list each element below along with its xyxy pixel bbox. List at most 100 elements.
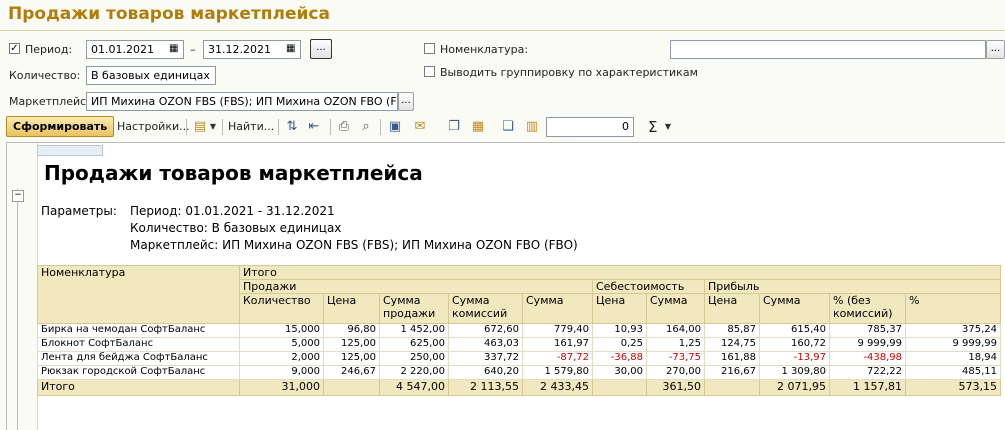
calendar-to-icon[interactable]: ▦	[286, 43, 295, 54]
cell-comm-sum[interactable]: 640,20	[448, 365, 523, 380]
find-button[interactable]: Найти...	[228, 116, 274, 138]
total-name[interactable]: Итого	[37, 379, 240, 396]
cell-sum[interactable]: 1 579,80	[522, 365, 593, 380]
nomenclature-select-button[interactable]: ...	[986, 40, 1005, 59]
group-by-char-checkbox[interactable]	[424, 66, 435, 77]
marketplace-field[interactable]: ИП Михина OZON FBS (FBS); ИП Михина OZON…	[86, 92, 398, 111]
cell-pct[interactable]: 18,94	[905, 351, 1001, 366]
settings-button[interactable]: Настройки...	[117, 116, 190, 138]
header-percent: %	[905, 293, 1001, 324]
cell-price[interactable]: 125,00	[323, 337, 380, 352]
calendar-from-icon[interactable]: ▦	[169, 43, 178, 54]
cell-cost-price[interactable]: -36,88	[592, 351, 647, 366]
cell-sales-sum[interactable]: 250,00	[379, 351, 449, 366]
total-sum[interactable]: 2 433,45	[522, 379, 593, 396]
paste-icon[interactable]: ▦	[470, 119, 486, 135]
sigma-button[interactable]: Σ	[648, 116, 657, 138]
cell-sum[interactable]: 161,97	[522, 337, 593, 352]
cell-comm-sum[interactable]: 463,03	[448, 337, 523, 352]
cell-pct[interactable]: 375,24	[905, 323, 1001, 338]
cell-profit-price[interactable]: 161,88	[704, 351, 760, 366]
cell-pct[interactable]: 9 999,99	[905, 337, 1001, 352]
cell-name[interactable]: Бирка на чемодан СофтБаланс	[37, 323, 240, 338]
cell-qty[interactable]: 15,000	[239, 323, 324, 338]
cell-profit-price[interactable]: 124,75	[704, 337, 760, 352]
cell-comm-sum[interactable]: 337,72	[448, 351, 523, 366]
total-comm-sum[interactable]: 2 113,55	[448, 379, 523, 396]
total-pct[interactable]: 573,15	[905, 379, 1001, 396]
dropdown-icon[interactable]: ▼	[205, 119, 221, 135]
total-row[interactable]: Итого 31,000 4 547,00 2 113,55 2 433,45 …	[37, 379, 1001, 396]
cell-cost-price[interactable]: 30,00	[592, 365, 647, 380]
total-price[interactable]	[323, 379, 380, 396]
table-row[interactable]: Лента для бейджа СофтБаланс 2,000 125,00…	[37, 351, 1001, 366]
save-icon[interactable]: ▣	[387, 119, 403, 135]
table-row[interactable]: Рюкзак городской СофтБаланс 9,000 246,67…	[37, 365, 1001, 380]
cell-name[interactable]: Блокнот СофтБаланс	[37, 337, 240, 352]
total-cost-sum[interactable]: 361,50	[646, 379, 705, 396]
marketplace-select-button[interactable]: ...	[398, 92, 414, 111]
total-profit-price[interactable]	[704, 379, 760, 396]
table-row[interactable]: Бирка на чемодан СофтБаланс 15,000 96,80…	[37, 323, 1001, 338]
cell-pct-nc[interactable]: 785,37	[829, 323, 906, 338]
cell-profit-price[interactable]: 85,87	[704, 323, 760, 338]
report-area[interactable]: − Продажи товаров маркетплейса Параметры…	[6, 142, 1005, 430]
copy-cell-icon[interactable]: ❏	[500, 119, 516, 135]
nomenclature-field[interactable]	[670, 40, 986, 59]
cell-qty[interactable]: 5,000	[239, 337, 324, 352]
cell-name[interactable]: Рюкзак городской СофтБаланс	[37, 365, 240, 380]
cell-sales-sum[interactable]: 625,00	[379, 337, 449, 352]
cell-price[interactable]: 246,67	[323, 365, 380, 380]
period-select-button[interactable]: ...	[310, 39, 332, 59]
cell-price[interactable]: 96,80	[323, 323, 380, 338]
cell-pct-nc[interactable]: -438,98	[829, 351, 906, 366]
cell-profit-price[interactable]: 216,67	[704, 365, 760, 380]
total-profit-sum[interactable]: 2 071,95	[759, 379, 830, 396]
quantity-field[interactable]: В базовых единицах	[86, 66, 216, 85]
generate-button[interactable]: Сформировать	[6, 116, 115, 137]
cell-sum[interactable]: 779,40	[522, 323, 593, 338]
copy-icon[interactable]: ❐	[446, 119, 462, 135]
cell-sum[interactable]: -87,72	[522, 351, 593, 366]
cell-qty[interactable]: 9,000	[239, 365, 324, 380]
cell-comm-sum[interactable]: 672,60	[448, 323, 523, 338]
cell-profit-sum[interactable]: 1 309,80	[759, 365, 830, 380]
clipboard-icon[interactable]: ▥	[524, 119, 540, 135]
cell-pct-nc[interactable]: 9 999,99	[829, 337, 906, 352]
cell-qty[interactable]: 2,000	[239, 351, 324, 366]
table-row[interactable]: Блокнот СофтБаланс 5,000 125,00 625,00 4…	[37, 337, 1001, 352]
cell-sales-sum[interactable]: 2 220,00	[379, 365, 449, 380]
total-pct-nc[interactable]: 1 157,81	[829, 379, 906, 396]
sum-field[interactable]: 0	[546, 117, 634, 137]
total-cost-price[interactable]	[592, 379, 647, 396]
cell-cost-price[interactable]: 0,25	[592, 337, 647, 352]
cell-pct[interactable]: 485,11	[905, 365, 1001, 380]
group-by-char-label: Выводить группировку по характеристикам	[440, 66, 698, 79]
cell-cost-sum[interactable]: 164,00	[646, 323, 705, 338]
period-checkbox[interactable]: ✓	[9, 43, 20, 54]
cell-cost-price[interactable]: 10,93	[592, 323, 647, 338]
collapse-icon[interactable]: ⇤	[306, 119, 322, 135]
cell-price[interactable]: 125,00	[323, 351, 380, 366]
sort-icon[interactable]: ⇅	[284, 119, 300, 135]
cell-cursor	[37, 145, 103, 156]
cell-cost-sum[interactable]: 270,00	[646, 365, 705, 380]
cell-profit-sum[interactable]: 615,40	[759, 323, 830, 338]
print-icon[interactable]: ⎙	[336, 119, 352, 135]
cell-cost-sum[interactable]: 1,25	[646, 337, 705, 352]
header-cost-sum: Сумма	[646, 293, 705, 324]
group-collapse-icon[interactable]: −	[12, 190, 24, 202]
cell-cost-sum[interactable]: -73,75	[646, 351, 705, 366]
sigma-dropdown-icon[interactable]: ▼	[660, 119, 676, 135]
report-gutter: −	[7, 143, 38, 430]
cell-profit-sum[interactable]: -13,97	[759, 351, 830, 366]
mail-icon[interactable]: ✉	[412, 119, 428, 135]
preview-icon[interactable]: ⌕	[358, 119, 374, 135]
total-qty[interactable]: 31,000	[239, 379, 324, 396]
cell-pct-nc[interactable]: 722,22	[829, 365, 906, 380]
cell-name[interactable]: Лента для бейджа СофтБаланс	[37, 351, 240, 366]
cell-profit-sum[interactable]: 160,72	[759, 337, 830, 352]
cell-sales-sum[interactable]: 1 452,00	[379, 323, 449, 338]
nomenclature-checkbox[interactable]	[424, 43, 435, 54]
total-sales-sum[interactable]: 4 547,00	[379, 379, 449, 396]
